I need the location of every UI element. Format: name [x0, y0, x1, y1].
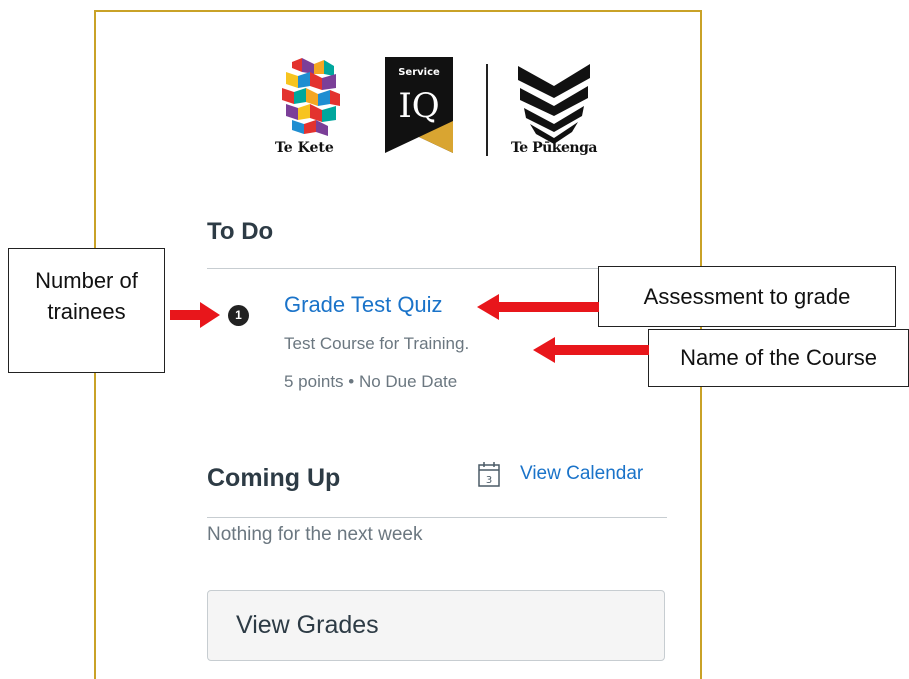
coming-up-empty-text: Nothing for the next week	[207, 524, 423, 545]
te-kete-label: Te Kete	[275, 140, 334, 156]
coming-up-heading: Coming Up	[207, 464, 341, 492]
annotation-trainees: Number of trainees	[8, 248, 165, 373]
todo-item-link[interactable]: Grade Test Quiz	[284, 292, 443, 318]
todo-item-meta: 5 points • No Due Date	[284, 372, 458, 391]
todo-heading: To Do	[207, 218, 274, 245]
trainee-count-badge: 1	[228, 305, 249, 326]
annotation-course: Name of the Course	[648, 329, 909, 387]
service-iq-logo: Service IQ	[385, 57, 453, 153]
service-iq-main-text: IQ	[398, 86, 439, 126]
logo-divider	[486, 64, 488, 156]
te-pukenga-label: Te Pūkenga	[511, 140, 597, 156]
arrow-right-to-badge	[170, 302, 220, 328]
service-iq-top-text: Service	[398, 67, 440, 78]
coming-up-divider	[207, 517, 667, 518]
arrow-left-to-course	[533, 337, 649, 363]
view-grades-button[interactable]: View Grades	[207, 590, 665, 661]
arrow-left-to-title	[477, 294, 599, 320]
view-calendar-link[interactable]: View Calendar	[520, 463, 643, 485]
calendar-icon[interactable]: 3	[478, 461, 500, 487]
calendar-icon-day: 3	[486, 475, 492, 486]
annotation-assessment: Assessment to grade	[598, 266, 896, 327]
todo-item-course: Test Course for Training.	[284, 334, 470, 353]
